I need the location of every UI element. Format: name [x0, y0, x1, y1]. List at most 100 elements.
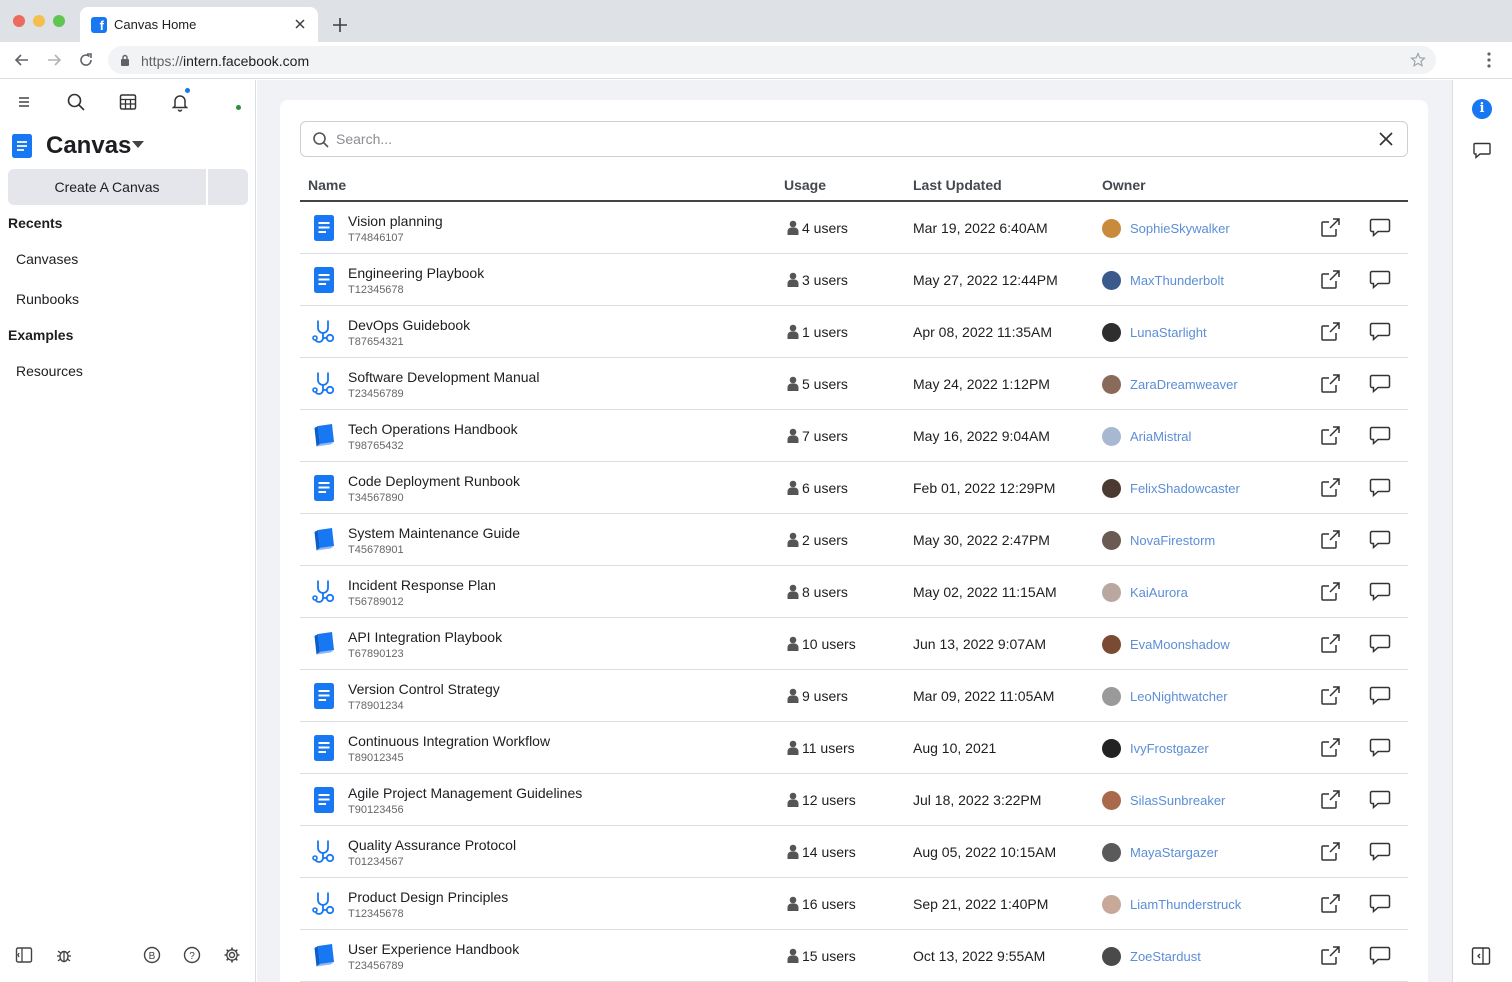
column-header-name[interactable]: Name [308, 177, 346, 193]
browser-tab[interactable]: f Canvas Home [80, 7, 318, 42]
table-row[interactable]: Quality Assurance Protocol T01234567 14 us… [300, 826, 1408, 878]
column-header-owner[interactable]: Owner [1102, 177, 1146, 193]
owner-link[interactable]: IvyFrostgazer [1130, 741, 1209, 756]
search-bar[interactable] [300, 121, 1408, 157]
canvas-name-link[interactable]: System Maintenance Guide [348, 525, 520, 541]
search-input[interactable] [336, 129, 1336, 149]
table-row[interactable]: Code Deployment Runbook T34567890 6 users F… [300, 462, 1408, 514]
bug-report-icon[interactable] [55, 946, 73, 964]
sidebar-item-resources[interactable]: Resources [16, 363, 83, 379]
owner-link[interactable]: MayaStargazer [1130, 845, 1218, 860]
canvas-name-link[interactable]: Agile Project Management Guidelines [348, 785, 582, 801]
canvas-name-link[interactable]: Quality Assurance Protocol [348, 837, 516, 853]
open-external-icon[interactable] [1320, 945, 1341, 966]
table-row[interactable]: API Integration Playbook T67890123 10 user… [300, 618, 1408, 670]
reload-icon[interactable] [77, 51, 95, 69]
back-arrow-icon[interactable] [13, 51, 31, 69]
table-row[interactable]: System Maintenance Guide T45678901 2 users… [300, 514, 1408, 566]
bookmark-star-icon[interactable] [1410, 52, 1426, 68]
canvas-name-link[interactable]: Continuous Integration Workflow [348, 733, 550, 749]
comment-icon[interactable] [1369, 425, 1391, 446]
help-question-icon[interactable]: ? [183, 946, 201, 964]
owner-link[interactable]: ZoeStardust [1130, 949, 1201, 964]
table-row[interactable]: Product Design Principles T12345678 16 use… [300, 878, 1408, 930]
owner-link[interactable]: NovaFirestorm [1130, 533, 1215, 548]
window-zoom-button[interactable] [53, 15, 65, 27]
open-external-icon[interactable] [1320, 893, 1341, 914]
comment-icon[interactable] [1369, 581, 1391, 602]
comment-icon[interactable] [1369, 217, 1391, 238]
comment-icon[interactable] [1369, 633, 1391, 654]
comment-icon[interactable] [1369, 321, 1391, 342]
table-row[interactable]: Tech Operations Handbook T98765432 7 users… [300, 410, 1408, 462]
owner-link[interactable]: AriaMistral [1130, 429, 1191, 444]
sidebar-item-canvases[interactable]: Canvases [16, 251, 78, 267]
new-tab-icon[interactable] [331, 16, 349, 34]
hamburger-menu-icon[interactable] [14, 92, 34, 112]
open-external-icon[interactable] [1320, 425, 1341, 446]
open-external-icon[interactable] [1320, 841, 1341, 862]
window-close-button[interactable] [13, 15, 25, 27]
column-header-usage[interactable]: Usage [784, 177, 826, 193]
comment-icon[interactable] [1369, 841, 1391, 862]
collapse-sidebar-icon[interactable] [15, 946, 33, 964]
open-external-icon[interactable] [1320, 269, 1341, 290]
forward-arrow-icon[interactable] [45, 51, 63, 69]
table-grid-icon[interactable] [118, 92, 138, 112]
canvas-name-link[interactable]: DevOps Guidebook [348, 317, 470, 333]
canvas-name-link[interactable]: Code Deployment Runbook [348, 473, 520, 489]
table-row[interactable]: Version Control Strategy T78901234 9 users… [300, 670, 1408, 722]
comment-icon[interactable] [1369, 373, 1391, 394]
comment-icon[interactable] [1472, 140, 1492, 160]
canvas-name-link[interactable]: Product Design Principles [348, 889, 508, 905]
table-row[interactable]: Engineering Playbook T12345678 3 users May … [300, 254, 1408, 306]
comment-icon[interactable] [1369, 893, 1391, 914]
comment-icon[interactable] [1369, 529, 1391, 550]
open-external-icon[interactable] [1320, 529, 1341, 550]
owner-link[interactable]: FelixShadowcaster [1130, 481, 1240, 496]
open-external-icon[interactable] [1320, 217, 1341, 238]
browser-menu-icon[interactable] [1486, 52, 1492, 68]
notification-bell-icon[interactable] [170, 92, 190, 112]
open-external-icon[interactable] [1320, 633, 1341, 654]
table-row[interactable]: User Experience Handbook T23456789 15 user… [300, 930, 1408, 982]
table-row[interactable]: Software Development Manual T23456789 5 us… [300, 358, 1408, 410]
owner-link[interactable]: KaiAurora [1130, 585, 1188, 600]
search-icon[interactable] [66, 92, 86, 112]
bootcamp-b-icon[interactable]: B [143, 946, 161, 964]
owner-link[interactable]: SilasSunbreaker [1130, 793, 1225, 808]
toggle-panel-icon[interactable] [1471, 946, 1491, 966]
comment-icon[interactable] [1369, 737, 1391, 758]
owner-link[interactable]: LiamThunderstruck [1130, 897, 1241, 912]
owner-link[interactable]: LunaStarlight [1130, 325, 1207, 340]
open-external-icon[interactable] [1320, 737, 1341, 758]
create-canvas-button[interactable]: Create A Canvas [8, 169, 206, 205]
settings-gear-icon[interactable] [223, 946, 241, 964]
canvas-name-link[interactable]: Version Control Strategy [348, 681, 500, 697]
owner-link[interactable]: SophieSkywalker [1130, 221, 1230, 236]
canvas-name-link[interactable]: Tech Operations Handbook [348, 421, 518, 437]
open-external-icon[interactable] [1320, 789, 1341, 810]
open-external-icon[interactable] [1320, 477, 1341, 498]
canvas-name-link[interactable]: Incident Response Plan [348, 577, 496, 593]
comment-icon[interactable] [1369, 269, 1391, 290]
open-external-icon[interactable] [1320, 581, 1341, 602]
tab-close-icon[interactable] [292, 16, 308, 32]
open-external-icon[interactable] [1320, 685, 1341, 706]
canvas-name-link[interactable]: Engineering Playbook [348, 265, 484, 281]
open-external-icon[interactable] [1320, 321, 1341, 342]
table-row[interactable]: Agile Project Management Guidelines T9012… [300, 774, 1408, 826]
info-icon[interactable]: i [1472, 99, 1492, 119]
open-external-icon[interactable] [1320, 373, 1341, 394]
comment-icon[interactable] [1369, 789, 1391, 810]
canvas-name-link[interactable]: Software Development Manual [348, 369, 539, 385]
comment-icon[interactable] [1369, 945, 1391, 966]
owner-link[interactable]: EvaMoonshadow [1130, 637, 1230, 652]
canvas-name-link[interactable]: API Integration Playbook [348, 629, 502, 645]
table-row[interactable]: Continuous Integration Workflow T89012345… [300, 722, 1408, 774]
window-minimize-button[interactable] [33, 15, 45, 27]
url-field[interactable]: https://intern.facebook.com [108, 46, 1436, 74]
owner-link[interactable]: ZaraDreamweaver [1130, 377, 1238, 392]
comment-icon[interactable] [1369, 477, 1391, 498]
clear-search-icon[interactable] [1379, 132, 1393, 146]
